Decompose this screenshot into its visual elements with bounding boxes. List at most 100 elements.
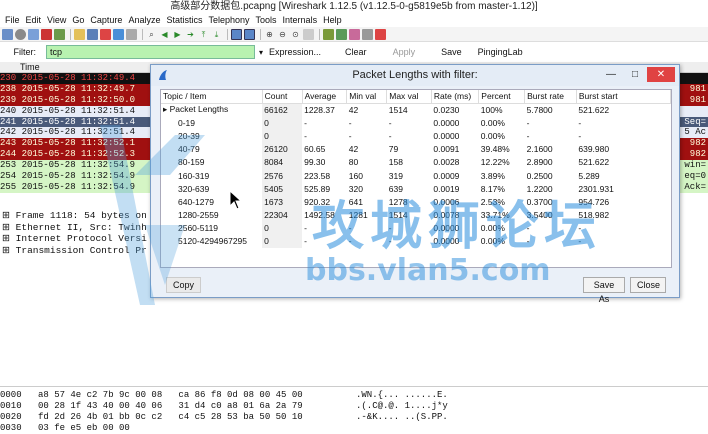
restart-capture-icon[interactable] [54, 28, 65, 40]
stats-cell-avg: - [304, 130, 307, 141]
column-header[interactable]: Average [302, 90, 348, 104]
zoom-out-icon[interactable]: ⊖ [277, 29, 288, 40]
menu-item-telephony[interactable]: Telephony [205, 13, 252, 27]
stats-cell-item: 320-639 [178, 183, 210, 194]
window-title: 高级部分数据包.pcapng [Wireshark 1.12.5 (v1.12.… [0, 0, 708, 13]
hex-line[interactable]: 0000 a8 57 4e c2 7b 9c 00 08 ca 86 f8 0d … [0, 390, 708, 401]
minimize-icon[interactable]: — [599, 67, 623, 82]
print-icon[interactable] [126, 28, 137, 40]
resize-columns-icon[interactable] [303, 28, 314, 40]
go-back-icon[interactable]: ◀ [159, 29, 170, 40]
save-as-button[interactable]: Save As [583, 277, 625, 304]
colorize-icon[interactable] [231, 28, 242, 40]
stats-row[interactable]: 40-79 26120 60.65 42 79 0.0091 39.48% 2.1600 639… [161, 142, 671, 156]
expand-icon[interactable]: ⊞ [2, 210, 16, 221]
menu-item-view[interactable]: View [44, 13, 69, 27]
normal-size-icon[interactable]: ⊙ [290, 29, 301, 40]
open-file-icon[interactable] [74, 28, 85, 40]
stats-table-container: Topic / Item Count Average Min val Max val Ra… [160, 89, 672, 268]
menu-item-internals[interactable]: Internals [280, 13, 321, 27]
preferences-icon[interactable] [362, 28, 373, 40]
go-forward-icon[interactable]: ▶ [172, 29, 183, 40]
menu-item-help[interactable]: Help [320, 13, 345, 27]
stats-cell-min: - [348, 117, 352, 128]
stats-row[interactable]: 640-1279 1673 920.32 641 1278 0.0006 2.53% 0.37… [161, 195, 671, 209]
stats-cell-max: 1514 [388, 104, 408, 115]
stats-cell-count: 1673 [262, 195, 303, 209]
stats-cell-count: 0 [262, 129, 303, 143]
stats-row[interactable]: 160-319 2576 223.58 160 319 0.0009 3.89% 0.2500… [161, 168, 671, 183]
display-filters-icon[interactable] [336, 28, 347, 40]
menu-item-statistics[interactable]: Statistics [163, 13, 205, 27]
reload-icon[interactable] [113, 28, 124, 40]
stats-row[interactable]: 2560-5119 0- - -0.0000 0.00% - - [161, 221, 671, 235]
hex-line[interactable]: 0020 fd 2d 26 4b 01 bb 0c c2 c4 c5 28 53 … [0, 412, 708, 423]
maximize-icon[interactable]: □ [623, 67, 647, 82]
dialog-titlebar[interactable]: Packet Lengths with filter: — □ ✕ [151, 65, 679, 86]
stats-cell-pct: 0.00% [480, 223, 505, 234]
hex-line[interactable]: 0010 00 28 1f 43 40 00 40 06 31 d4 c0 a8 … [0, 401, 708, 412]
save-file-icon[interactable] [87, 28, 98, 40]
stats-cell-avg: 99.30 [304, 157, 326, 168]
coloring-rules-icon[interactable] [349, 28, 360, 40]
start-capture-icon[interactable] [28, 28, 39, 40]
stats-row-label: Packet Lengths [169, 104, 229, 115]
stats-cell-max: 79 [388, 144, 399, 155]
pinginglab-filter-button[interactable]: PingingLab [478, 47, 523, 57]
interfaces-icon[interactable] [2, 28, 13, 40]
stats-cell-bstart: 954.726 [578, 196, 610, 207]
column-header[interactable]: Max val [386, 90, 432, 104]
stats-row[interactable]: 20-39 0- - -0.0000 0.00% - - [161, 129, 671, 143]
menu-item-go[interactable]: Go [69, 13, 87, 27]
stats-row[interactable]: 80-159 8084 99.30 80 158 0.0028 12.22% 2.8900 52… [161, 155, 671, 169]
capture-filters-icon[interactable] [323, 28, 334, 40]
menu-item-tools[interactable]: Tools [253, 13, 280, 27]
stats-row[interactable]: 1280-2559 22304 1492.58 1281 1514 0.0078 33.71… [161, 208, 671, 222]
menu-item-capture[interactable]: Capture [87, 13, 125, 27]
stats-row[interactable]: 320-639 5405 525.89 320 639 0.0019 8.17% 1.2200… [161, 182, 671, 196]
column-header[interactable]: Rate (ms) [431, 90, 480, 104]
hex-offset: 0020 [0, 412, 22, 422]
stats-cell-avg: 920.32 [304, 196, 331, 207]
go-to-packet-icon[interactable]: ➔ [185, 29, 196, 40]
expression-button[interactable]: Expression... [269, 47, 321, 57]
column-header[interactable]: Count [262, 90, 303, 104]
filter-input[interactable]: tcp [46, 45, 255, 59]
clear-button[interactable]: Clear [345, 47, 367, 57]
column-header[interactable]: Burst rate [524, 90, 577, 104]
find-icon[interactable]: ⌕ [146, 29, 157, 40]
stats-cell-min: 42 [348, 144, 359, 155]
autoscroll-icon[interactable] [244, 28, 255, 40]
first-packet-icon[interactable]: ⤒ [198, 29, 209, 40]
last-packet-icon[interactable]: ⤓ [211, 29, 222, 40]
stats-row[interactable]: ▸ Packet Lengths 66162 1228.37 42 1514 0.0230… [161, 103, 671, 117]
filter-dropdown-icon[interactable]: ▾ [259, 48, 263, 57]
stats-cell-min: 1281 [348, 210, 368, 221]
column-header[interactable]: Burst start [576, 90, 672, 104]
stats-cell-rate: 0.0006 [433, 196, 460, 207]
close-icon[interactable]: ✕ [647, 67, 675, 82]
close-button[interactable]: Close [630, 277, 666, 293]
stats-cell-count: 22304 [262, 208, 303, 222]
stats-row[interactable]: 5120-4294967295 0- - -0.0000 0.00% - - [161, 234, 671, 249]
menu-item-file[interactable]: File [2, 13, 23, 27]
save-filter-button[interactable]: Save [441, 47, 462, 57]
help-icon[interactable] [375, 28, 386, 40]
collapse-icon[interactable]: ▸ [163, 104, 170, 114]
options-icon[interactable] [15, 28, 26, 40]
column-header[interactable]: Percent [478, 90, 526, 104]
stop-capture-icon[interactable] [41, 28, 52, 40]
menu-item-edit[interactable]: Edit [23, 13, 45, 27]
zoom-in-icon[interactable]: ⊕ [264, 29, 275, 40]
expand-icon[interactable]: ⊞ [2, 222, 16, 233]
hex-line[interactable]: 0030 03 fe e5 eb 00 00 [0, 423, 708, 434]
close-file-icon[interactable] [100, 28, 111, 40]
apply-button[interactable]: Apply [393, 47, 416, 57]
expand-icon[interactable]: ⊞ [2, 233, 16, 244]
column-header[interactable]: Topic / Item [161, 90, 263, 104]
expand-icon[interactable]: ⊞ [2, 245, 16, 256]
column-header[interactable]: Min val [346, 90, 388, 104]
stats-row[interactable]: 0-19 0- - -0.0000 0.00% - - [161, 116, 671, 130]
copy-button[interactable]: Copy [166, 277, 202, 293]
menu-item-analyze[interactable]: Analyze [125, 13, 163, 27]
